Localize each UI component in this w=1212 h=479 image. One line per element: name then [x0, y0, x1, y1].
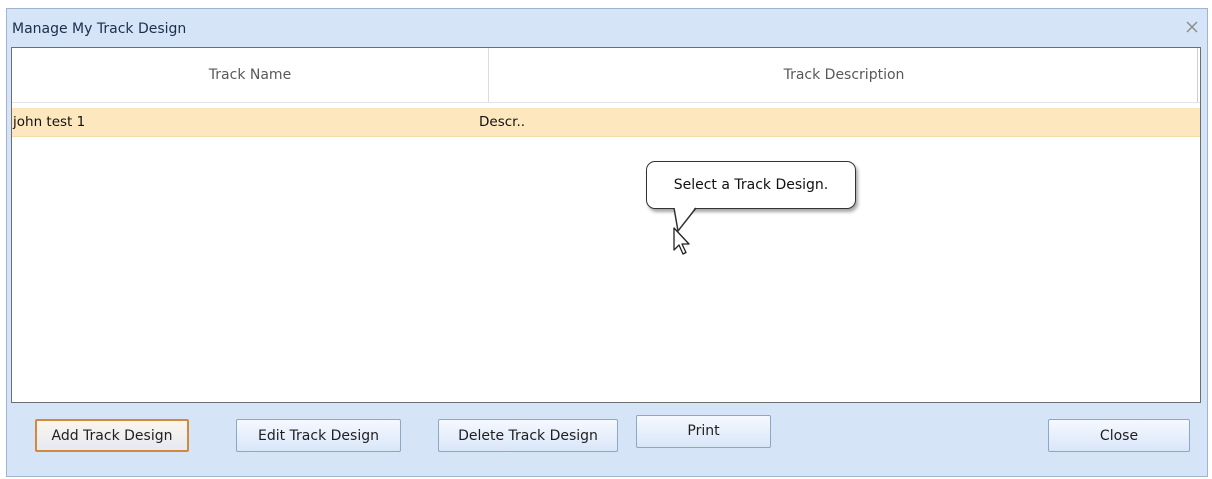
add-track-design-button[interactable]: Add Track Design	[35, 419, 189, 452]
tooltip-text: Select a Track Design.	[673, 177, 829, 193]
print-button[interactable]: Print	[636, 415, 771, 448]
track-name-cell: john test 1	[13, 114, 86, 130]
delete-track-design-button[interactable]: Delete Track Design	[438, 419, 618, 452]
column-edge	[1197, 48, 1198, 102]
title-bar: Manage My Track Design	[7, 9, 1207, 47]
tooltip: Select a Track Design.	[646, 161, 856, 209]
column-header-track-description[interactable]: Track Description	[489, 48, 1199, 102]
grid-header: Track Name Track Description	[12, 48, 1200, 103]
track-design-grid: Track Name Track Description john test 1…	[11, 47, 1201, 403]
dialog-title: Manage My Track Design	[12, 21, 187, 37]
mouse-pointer-icon	[673, 227, 690, 255]
table-row[interactable]: john test 1 Descr..	[12, 108, 1200, 137]
close-button[interactable]: Close	[1048, 419, 1190, 452]
edit-track-design-button[interactable]: Edit Track Design	[236, 419, 401, 452]
column-header-track-name[interactable]: Track Name	[12, 48, 488, 102]
close-icon[interactable]	[1185, 19, 1199, 33]
manage-track-design-dialog: Manage My Track Design Track Name Track …	[6, 8, 1208, 477]
track-description-cell: Descr..	[479, 114, 526, 130]
button-bar: Add Track Design Edit Track Design Delet…	[11, 405, 1201, 471]
